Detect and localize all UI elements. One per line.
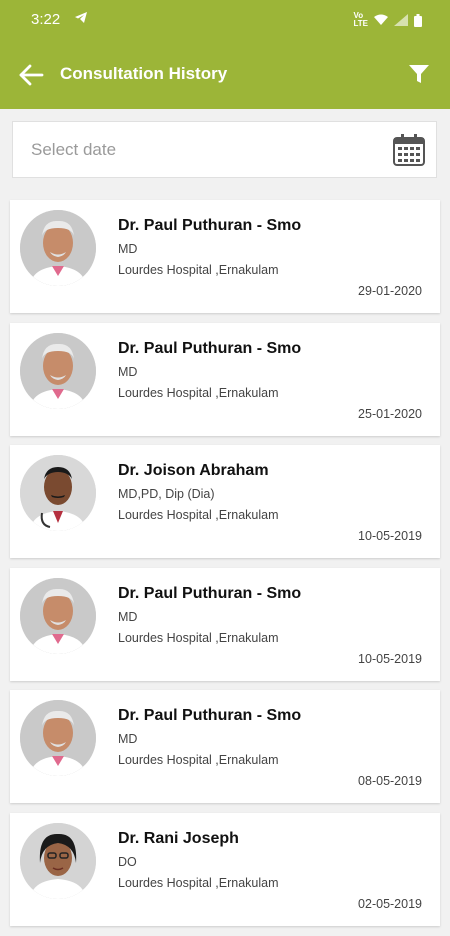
- doctor-name: Dr. Joison Abraham: [118, 462, 269, 480]
- hospital-name: Lourdes Hospital ,Ernakulam: [118, 630, 279, 645]
- calendar-icon[interactable]: [392, 133, 426, 167]
- hospital-name: Lourdes Hospital ,Ernakulam: [118, 508, 279, 523]
- hospital-name: Lourdes Hospital ,Ernakulam: [118, 753, 279, 768]
- consultation-card[interactable]: Dr. Paul Puthuran - Smo MD Lourdes Hospi…: [10, 567, 440, 681]
- date-input[interactable]: [31, 136, 371, 164]
- hospital-name: Lourdes Hospital ,Ernakulam: [118, 263, 279, 277]
- consultation-card[interactable]: Dr. Paul Puthuran - Smo MD Lourdes Hospi…: [10, 200, 440, 313]
- doctor-name: Dr. Paul Puthuran - Smo: [118, 339, 302, 357]
- consultation-list: Dr. Paul Puthuran - Smo MD Lourdes Hospi…: [10, 200, 440, 936]
- consultation-card[interactable]: Dr. Rani Joseph DO Lourdes Hospital ,Ern…: [10, 812, 440, 926]
- filter-icon[interactable]: [408, 63, 430, 85]
- battery-icon: [414, 13, 422, 27]
- doctor-degree: MD: [118, 732, 138, 747]
- doctor-name: Dr. Paul Puthuran - Smo: [118, 584, 302, 602]
- volte-icon: Vo LTE: [353, 11, 368, 28]
- consultation-date: 02-05-2019: [358, 896, 422, 911]
- signal-icon: [394, 14, 408, 26]
- doctor-degree: MD: [118, 364, 138, 379]
- doctor-avatar: [20, 455, 96, 532]
- doctor-degree: DO: [118, 854, 137, 869]
- doctor-name: Dr. Paul Puthuran - Smo: [118, 707, 302, 725]
- doctor-degree: MD: [118, 242, 138, 256]
- back-arrow-icon[interactable]: [18, 63, 44, 87]
- status-time: 3:22: [31, 11, 61, 28]
- consultation-date: 10-05-2019: [358, 651, 422, 666]
- doctor-name: Dr. Paul Puthuran - Smo: [118, 217, 302, 234]
- consultation-date: 29-01-2020: [358, 284, 422, 298]
- doctor-avatar: [20, 210, 96, 286]
- hospital-name: Lourdes Hospital ,Ernakulam: [118, 875, 279, 890]
- consultation-card[interactable]: Dr. Joison Abraham MD,PD, Dip (Dia) Lour…: [10, 445, 440, 559]
- telegram-icon: [74, 11, 88, 29]
- doctor-name: Dr. Rani Joseph: [118, 829, 239, 847]
- date-picker-field[interactable]: [12, 121, 437, 178]
- consultation-date: 08-05-2019: [358, 774, 422, 789]
- doctor-degree: MD,PD, Dip (Dia): [118, 487, 215, 502]
- toolbar: Consultation History: [0, 50, 450, 100]
- status-bar: 3:22 Vo LTE: [0, 0, 450, 40]
- doctor-avatar: [20, 700, 96, 777]
- page-title: Consultation History: [60, 64, 228, 83]
- app-bar: 3:22 Vo LTE Consultation History: [0, 0, 450, 109]
- consultation-card[interactable]: Dr. Paul Puthuran - Smo MD Lourdes Hospi…: [10, 690, 440, 804]
- doctor-avatar: [20, 822, 96, 899]
- consultation-date: 10-05-2019: [358, 529, 422, 544]
- doctor-avatar: [20, 577, 96, 654]
- doctor-degree: MD: [118, 609, 138, 624]
- consultation-date: 25-01-2020: [358, 406, 422, 421]
- wifi-icon: [374, 14, 388, 25]
- doctor-avatar: [20, 332, 96, 409]
- consultation-card[interactable]: Dr. Paul Puthuran - Smo MD Lourdes Hospi…: [10, 322, 440, 436]
- hospital-name: Lourdes Hospital ,Ernakulam: [118, 385, 279, 400]
- status-icons: Vo LTE: [353, 12, 422, 28]
